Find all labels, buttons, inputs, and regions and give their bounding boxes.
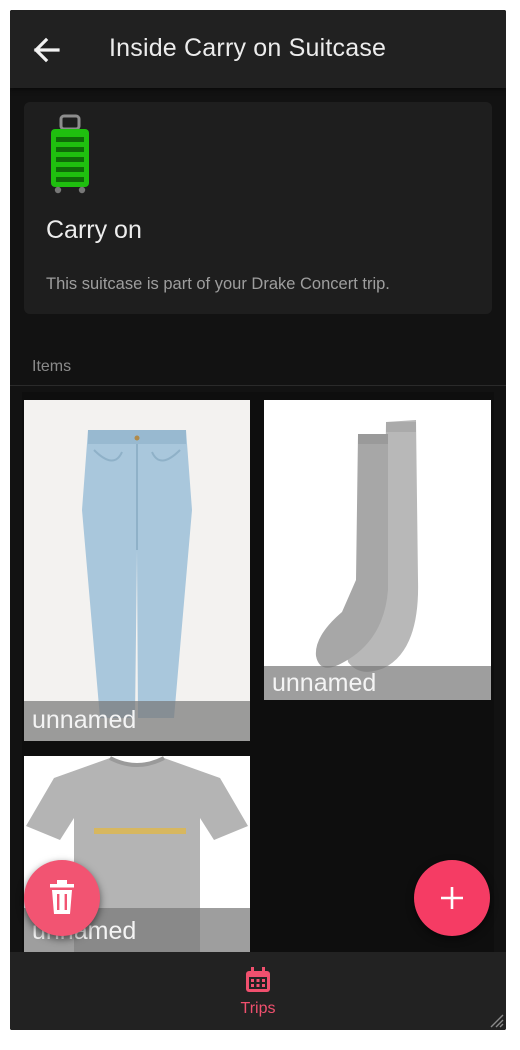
- nav-label-trips: Trips: [240, 1000, 276, 1017]
- suitcase-icon: [51, 114, 89, 194]
- page-title: Inside Carry on Suitcase: [109, 34, 387, 62]
- jeans-image: [24, 400, 250, 741]
- item-caption: unnamed: [24, 701, 250, 741]
- trash-icon: [50, 880, 74, 914]
- item-tile-jeans[interactable]: unnamed: [24, 400, 250, 741]
- suitcase-info-card: Carry on This suitcase is part of your D…: [24, 102, 492, 314]
- suitcase-name: Carry on: [46, 216, 142, 244]
- plus-icon: [441, 887, 463, 909]
- item-tile-socks[interactable]: unnamed: [264, 400, 491, 700]
- app-bar: Inside Carry on Suitcase: [10, 10, 506, 88]
- calendar-icon: [246, 967, 270, 992]
- divider: [10, 385, 506, 386]
- item-name: unnamed: [272, 669, 377, 697]
- item-name: unnamed: [32, 706, 137, 734]
- delete-button[interactable]: [24, 860, 100, 936]
- nav-item-trips[interactable]: Trips: [228, 962, 288, 1022]
- resize-grip-icon[interactable]: [488, 1012, 504, 1028]
- back-button[interactable]: [28, 32, 64, 68]
- bottom-navigation: Trips: [10, 952, 506, 1030]
- app-screen: Inside Carry on Suitcase Carry on This s…: [10, 10, 506, 1030]
- suitcase-description: This suitcase is part of your Drake Conc…: [46, 275, 390, 293]
- add-item-button[interactable]: [414, 860, 490, 936]
- items-section-label: Items: [32, 358, 72, 375]
- socks-image: [264, 400, 491, 700]
- arrow-left-icon: [33, 37, 60, 63]
- item-caption: unnamed: [264, 666, 491, 700]
